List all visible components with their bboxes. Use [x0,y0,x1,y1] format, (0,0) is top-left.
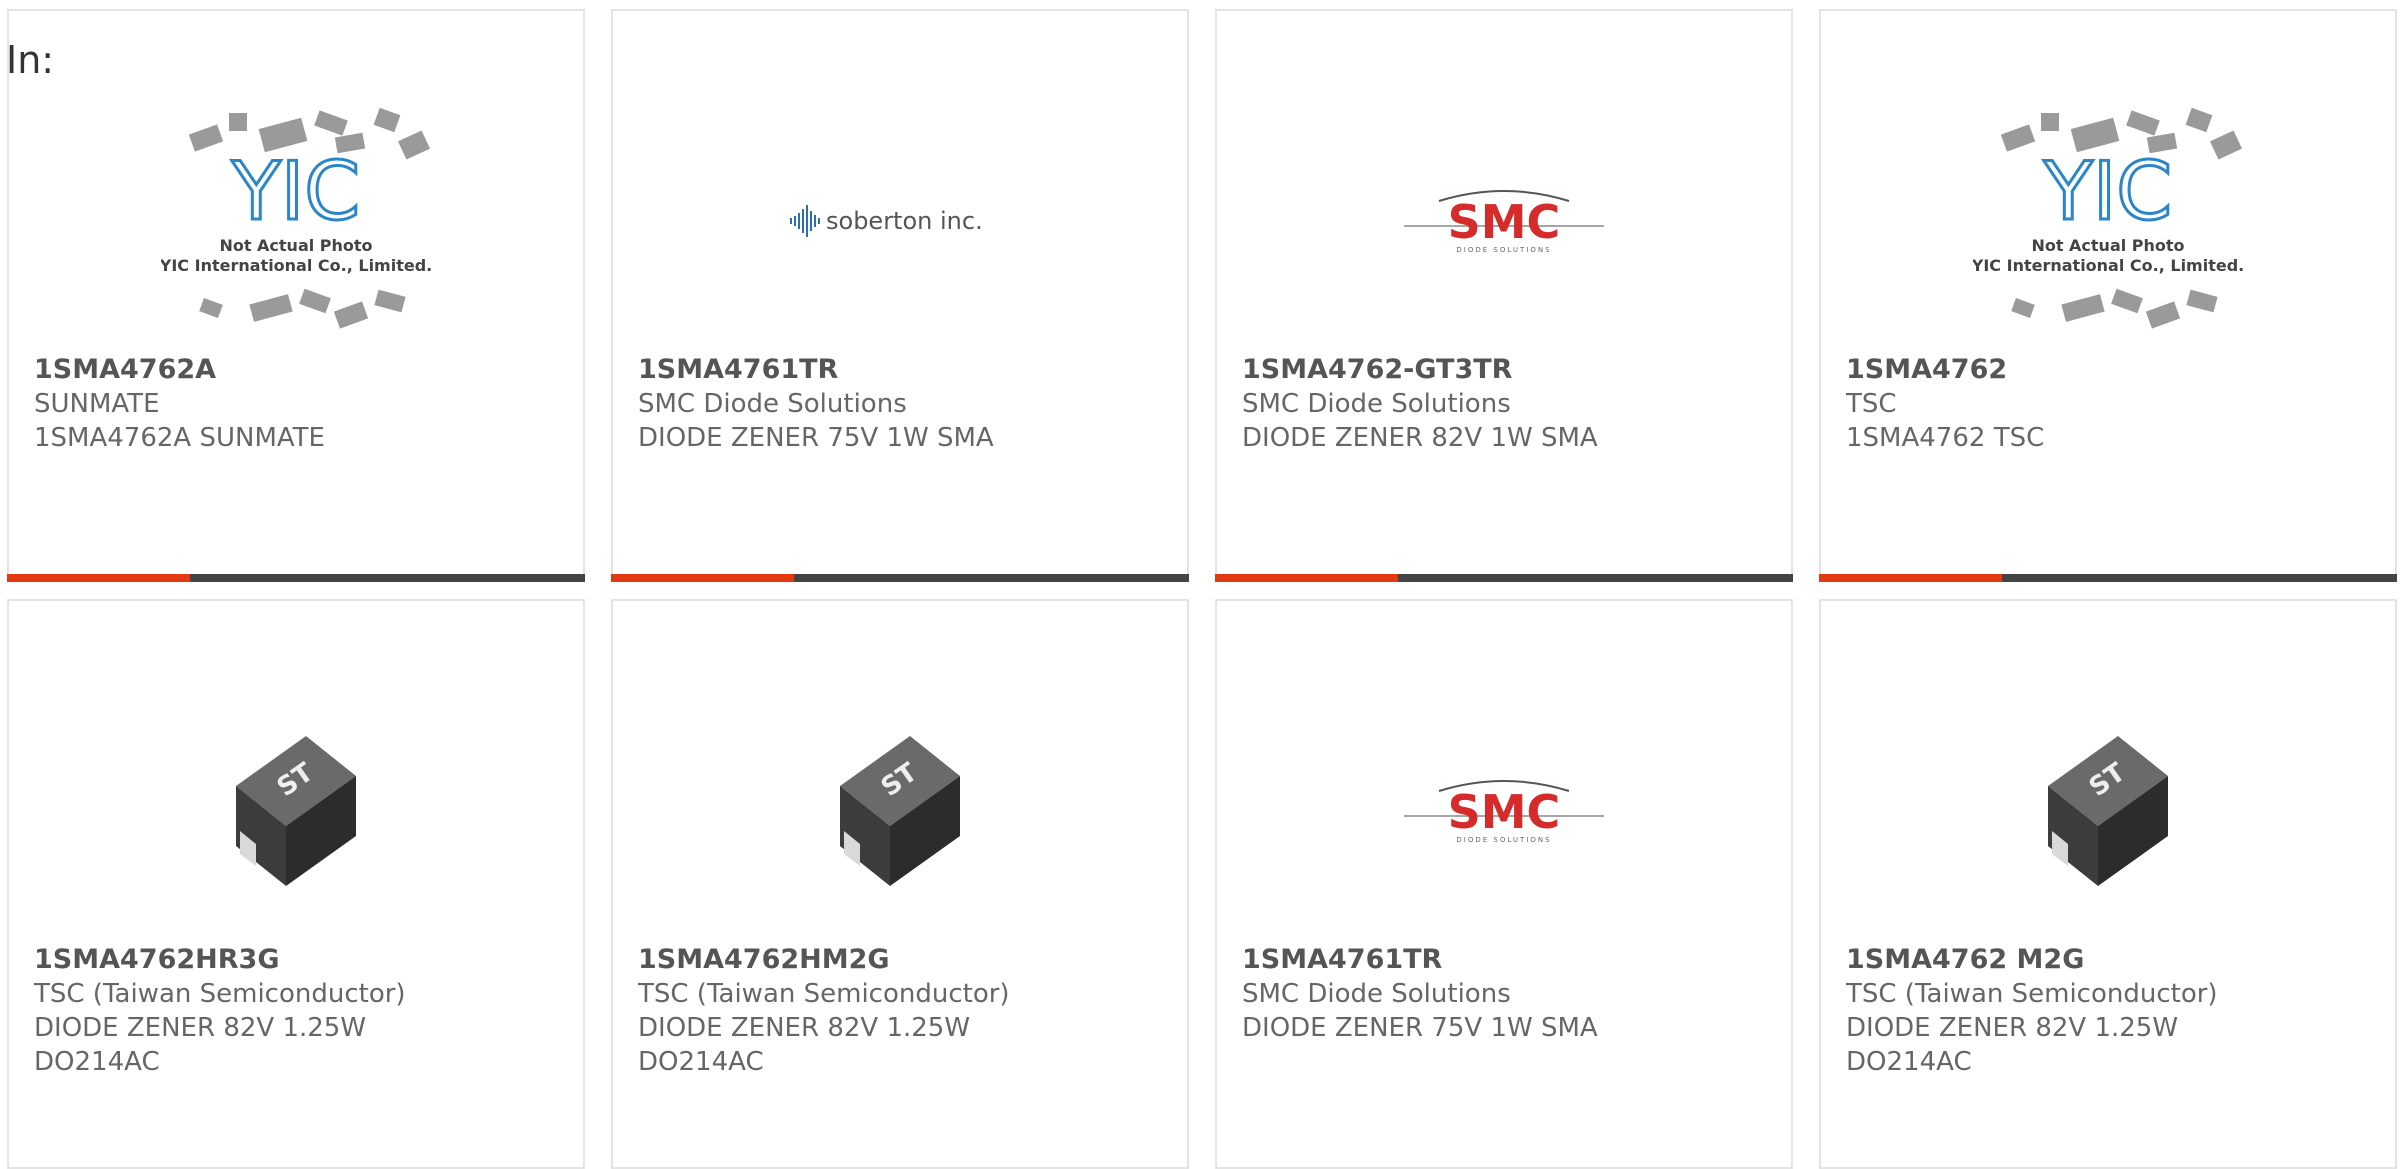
product-card[interactable]: ST 1SMA4762 M2G TSC (Taiwan Semiconducto… [1819,599,2397,1169]
part-number[interactable]: 1SMA4762HR3G [34,943,573,977]
smc-logo-image: SMC DIODE SOLUTIONS [1404,780,1604,844]
product-card[interactable]: ST 1SMA4762HR3G TSC (Taiwan Semiconducto… [7,599,585,1169]
description: DIODE ZENER 75V 1W SMA [638,423,994,453]
manufacturer: SUNMATE [34,389,160,419]
product-image: soberton inc. [613,81,1187,361]
card-bar-accent [7,574,190,582]
card-bar [1819,574,2397,582]
yic-note-line1: Not Actual Photo [219,236,372,255]
product-card[interactable]: soberton inc. 1SMA4761TR SMC Diode Solut… [611,9,1189,582]
sma-package-image: ST [840,736,960,886]
part-number[interactable]: 1SMA4761TR [1242,943,1781,977]
yic-placeholder-image: YIC Not Actual Photo YIC International C… [161,107,431,329]
smc-logo-subtext: DIODE SOLUTIONS [1456,246,1551,254]
card-bar [611,574,1189,582]
smc-logo-image: SMC DIODE SOLUTIONS [1404,190,1604,254]
product-card[interactable]: YIC Not Actual Photo YIC International C… [7,9,585,582]
yic-placeholder-image: YIC Not Actual Photo YIC International C… [1973,107,2243,329]
svg-text:YIC: YIC [2043,145,2172,238]
soberton-logo-text: soberton inc. [826,207,983,235]
product-image: ST [9,671,583,951]
smc-logo-text: SMC [1448,785,1561,839]
manufacturer: TSC (Taiwan Semiconductor) [1846,979,2218,1009]
product-image: YIC Not Actual Photo YIC International C… [9,81,583,361]
manufacturer: SMC Diode Solutions [638,389,907,419]
product-card[interactable]: SMC DIODE SOLUTIONS 1SMA4761TR SMC Diode… [1215,599,1793,1169]
product-card[interactable]: YIC Not Actual Photo YIC International C… [1819,9,2397,582]
card-bar-accent [1215,574,1398,582]
part-number[interactable]: 1SMA4762 M2G [1846,943,2385,977]
part-number[interactable]: 1SMA4761TR [638,353,1177,387]
description: DIODE ZENER 75V 1W SMA [1242,1013,1598,1043]
part-number[interactable]: 1SMA4762A [34,353,573,387]
description-line2: DO214AC [638,1047,764,1077]
manufacturer: SMC Diode Solutions [1242,979,1511,1009]
card-bar [1215,574,1793,582]
manufacturer: TSC (Taiwan Semiconductor) [638,979,1010,1009]
card-bar [7,574,585,582]
card-bar-accent [611,574,794,582]
sma-package-image: ST [236,736,356,886]
description: DIODE ZENER 82V 1.25W [1846,1013,2179,1043]
product-card[interactable]: ST 1SMA4762HM2G TSC (Taiwan Semiconducto… [611,599,1189,1169]
product-image: SMC DIODE SOLUTIONS [1217,671,1791,951]
manufacturer: TSC [1846,389,1897,419]
product-image: YIC Not Actual Photo YIC International C… [1821,81,2395,361]
smc-logo-text: SMC [1448,195,1561,249]
manufacturer: TSC (Taiwan Semiconductor) [34,979,406,1009]
product-image: ST [1821,671,2395,951]
description: 1SMA4762A SUNMATE [34,423,325,453]
description: DIODE ZENER 82V 1.25W [638,1013,971,1043]
description: 1SMA4762 TSC [1846,423,2045,453]
sma-package-image: ST [2048,736,2168,886]
svg-text:YIC: YIC [231,145,360,238]
yic-note-line2: YIC International Co., Limited. [1973,256,2243,275]
yic-note-line2: YIC International Co., Limited. [161,256,431,275]
description-line2: DO214AC [1846,1047,1972,1077]
product-image: SMC DIODE SOLUTIONS [1217,81,1791,361]
description: DIODE ZENER 82V 1W SMA [1242,423,1598,453]
part-number[interactable]: 1SMA4762 [1846,353,2385,387]
smc-logo-subtext: DIODE SOLUTIONS [1456,836,1551,844]
product-image: ST [613,671,1187,951]
card-bar-accent [1819,574,2002,582]
part-number[interactable]: 1SMA4762HM2G [638,943,1177,977]
product-card[interactable]: SMC DIODE SOLUTIONS 1SMA4762-GT3TR SMC D… [1215,9,1793,582]
part-number[interactable]: 1SMA4762-GT3TR [1242,353,1781,387]
filter-label: In: [6,38,55,82]
soberton-logo-image: soberton inc. [790,205,983,237]
manufacturer: SMC Diode Solutions [1242,389,1511,419]
description: DIODE ZENER 82V 1.25W [34,1013,367,1043]
description-line2: DO214AC [34,1047,160,1077]
yic-note-line1: Not Actual Photo [2031,236,2184,255]
